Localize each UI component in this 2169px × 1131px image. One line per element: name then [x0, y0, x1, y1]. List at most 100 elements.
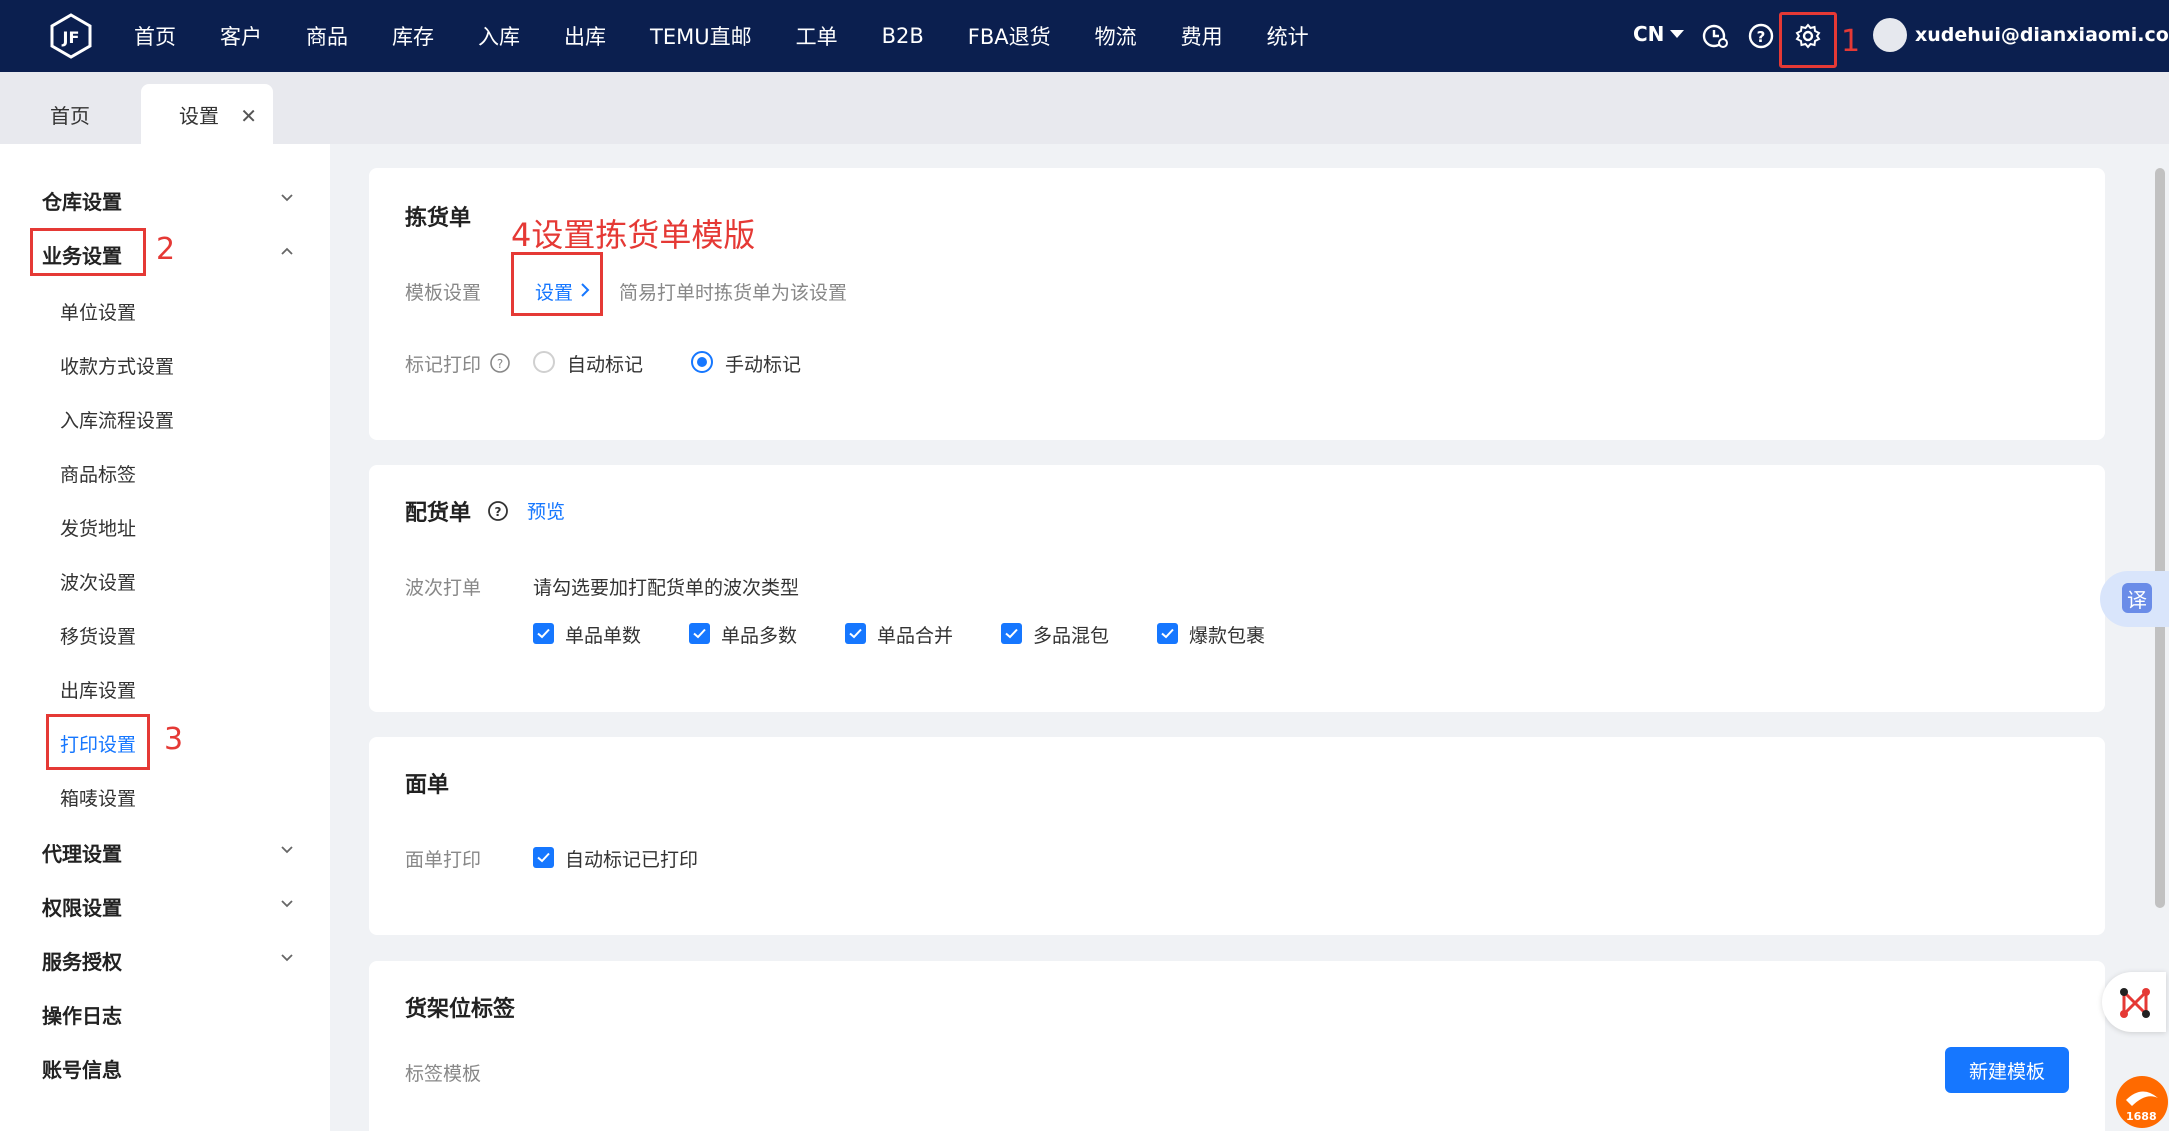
jf-logo-icon[interactable]: JF: [48, 13, 94, 59]
annotation-4: 4设置拣货单模版: [511, 216, 756, 254]
sidebar-item-carton-mark[interactable]: 箱唛设置: [60, 784, 136, 811]
nav-temu[interactable]: TEMU直邮: [650, 21, 752, 51]
chevron-up-icon[interactable]: [280, 244, 294, 258]
user-email: xudehui@dianxiaomi.com: [1915, 24, 2169, 46]
tab-home-label: 首页: [50, 103, 90, 128]
sidebar-item-inbound-flow[interactable]: 入库流程设置: [60, 406, 174, 433]
badge-1688: 1688: [2126, 1110, 2157, 1123]
picking-list-card: 拣货单 4设置拣货单模版 模板设置 设置 简易打单时拣货单为该设置 标记打印 ?…: [369, 168, 2105, 440]
shelf-label-card: 货架位标签 标签模板 新建模板: [369, 961, 2105, 1131]
sidebar-item-payment[interactable]: 收款方式设置: [60, 352, 174, 379]
sidebar-item-print[interactable]: 打印设置: [60, 730, 136, 757]
chevron-down-icon[interactable]: [280, 897, 294, 911]
main-nav: 首页 客户 商品 库存 入库 出库 TEMU直邮 工单 B2B FBA退货 物流…: [134, 0, 1353, 72]
checkbox-auto-mark-printed-label: 自动标记已打印: [565, 849, 699, 871]
wave-print-label: 波次打单: [405, 577, 482, 599]
nav-fees[interactable]: 费用: [1181, 21, 1223, 51]
chevron-right-icon[interactable]: [579, 282, 591, 298]
sidebar-item-move[interactable]: 移货设置: [60, 622, 136, 649]
shelf-title: 货架位标签: [405, 997, 516, 1022]
user-menu[interactable]: xudehui@dianxiaomi.com: [1873, 18, 2169, 52]
svg-text:?: ?: [497, 357, 503, 371]
chevron-down-icon[interactable]: [280, 191, 294, 205]
scrollbar-thumb[interactable]: [2155, 168, 2165, 908]
chevron-down-icon[interactable]: [280, 843, 294, 857]
translate-icon: 译: [2122, 583, 2152, 613]
sidebar-item-unit[interactable]: 单位设置: [60, 298, 136, 325]
sidebar-group-agent[interactable]: 代理设置: [42, 838, 122, 867]
help-icon[interactable]: ?: [487, 500, 509, 522]
help-icon[interactable]: ?: [489, 352, 511, 374]
checkbox-auto-mark-printed[interactable]: [533, 847, 554, 868]
template-hint: 简易打单时拣货单为该设置: [619, 282, 848, 304]
network-icon: [2120, 988, 2150, 1018]
tab-settings[interactable]: 设置 ✕: [141, 84, 273, 144]
distribution-list-card: 配货单 ? 预览 波次打单 请勾选要加打配货单的波次类型 单品单数 单品多数 单…: [369, 465, 2105, 712]
sidebar-group-business[interactable]: 业务设置: [42, 240, 122, 269]
sidebar-item-wave[interactable]: 波次设置: [60, 568, 136, 595]
settings-sidebar: 仓库设置 业务设置 2 单位设置 收款方式设置 入库流程设置 商品标签 发货地址…: [0, 144, 330, 1131]
nav-home[interactable]: 首页: [134, 21, 176, 51]
picking-title: 拣货单: [405, 206, 472, 231]
checkbox-single-item-merge[interactable]: [845, 623, 866, 644]
radio-manual-mark[interactable]: [691, 351, 713, 373]
sidebar-item-product-label[interactable]: 商品标签: [60, 460, 136, 487]
tab-home[interactable]: 首页: [50, 84, 90, 144]
annotation-2: 2: [156, 232, 176, 267]
ai-assistant-widget[interactable]: [2102, 972, 2166, 1032]
language-label: CN: [1633, 22, 1665, 46]
tab-bar: 首页 设置 ✕: [0, 72, 2169, 144]
translate-widget[interactable]: 译: [2100, 571, 2169, 627]
checkbox-hot-package-label: 爆款包裹: [1189, 625, 1266, 647]
checkbox-single-item-merge-label: 单品合并: [877, 625, 954, 647]
nav-b2b[interactable]: B2B: [882, 24, 924, 48]
checkbox-multi-item-mixed[interactable]: [1001, 623, 1022, 644]
nav-inventory[interactable]: 库存: [392, 21, 434, 51]
help-icon[interactable]: ?: [1747, 22, 1775, 50]
sidebar-group-warehouse[interactable]: 仓库设置: [42, 186, 122, 215]
nav-fba-return[interactable]: FBA退货: [968, 21, 1051, 51]
nav-logistics[interactable]: 物流: [1095, 21, 1137, 51]
sidebar-item-ship-address[interactable]: 发货地址: [60, 514, 136, 541]
nav-outbound[interactable]: 出库: [564, 21, 606, 51]
svg-text:?: ?: [1757, 28, 1766, 46]
nav-stats[interactable]: 统计: [1267, 21, 1309, 51]
nav-product[interactable]: 商品: [306, 21, 348, 51]
sidebar-group-account[interactable]: 账号信息: [42, 1054, 122, 1083]
chevron-down-icon: [1670, 30, 1685, 38]
annotation-1: 1: [1841, 24, 1861, 59]
radio-auto-mark[interactable]: [533, 351, 555, 373]
new-template-button[interactable]: 新建模板: [1945, 1047, 2069, 1093]
top-navbar: JF 首页 客户 商品 库存 入库 出库 TEMU直邮 工单 B2B FBA退货…: [0, 0, 2169, 72]
waybill-title: 面单: [405, 773, 450, 798]
radio-manual-mark-label: 手动标记: [725, 354, 802, 376]
nav-customer[interactable]: 客户: [220, 21, 262, 51]
sidebar-group-permission[interactable]: 权限设置: [42, 892, 122, 921]
chevron-down-icon[interactable]: [280, 951, 294, 965]
checkbox-single-item-multi-label: 单品多数: [721, 625, 798, 647]
nav-workorder[interactable]: 工单: [796, 21, 838, 51]
preview-link[interactable]: 预览: [527, 497, 565, 524]
nav-inbound[interactable]: 入库: [478, 21, 520, 51]
avatar: [1873, 18, 1907, 52]
radio-auto-mark-label: 自动标记: [567, 354, 644, 376]
annotation-box-1: [1779, 12, 1837, 68]
waybill-print-label: 面单打印: [405, 849, 482, 871]
checkbox-single-item-multi[interactable]: [689, 623, 710, 644]
sidebar-group-log[interactable]: 操作日志: [42, 1000, 122, 1029]
logo-1688-widget[interactable]: 1688: [2112, 1070, 2169, 1131]
svg-text:JF: JF: [62, 28, 80, 47]
shelf-template-label: 标签模板: [405, 1063, 482, 1085]
annotation-3: 3: [164, 722, 184, 757]
clock-icon[interactable]: [1701, 22, 1729, 50]
checkbox-single-item-single[interactable]: [533, 623, 554, 644]
template-setting-link[interactable]: 设置: [535, 278, 573, 305]
wave-hint: 请勾选要加打配货单的波次类型: [533, 577, 800, 599]
sidebar-group-service[interactable]: 服务授权: [42, 946, 122, 975]
checkbox-hot-package[interactable]: [1157, 623, 1178, 644]
distribution-title: 配货单: [405, 501, 472, 526]
sidebar-item-outbound[interactable]: 出库设置: [60, 676, 136, 703]
close-icon[interactable]: ✕: [240, 104, 257, 128]
language-selector[interactable]: CN: [1633, 22, 1685, 46]
waybill-card: 面单 面单打印 自动标记已打印: [369, 737, 2105, 935]
